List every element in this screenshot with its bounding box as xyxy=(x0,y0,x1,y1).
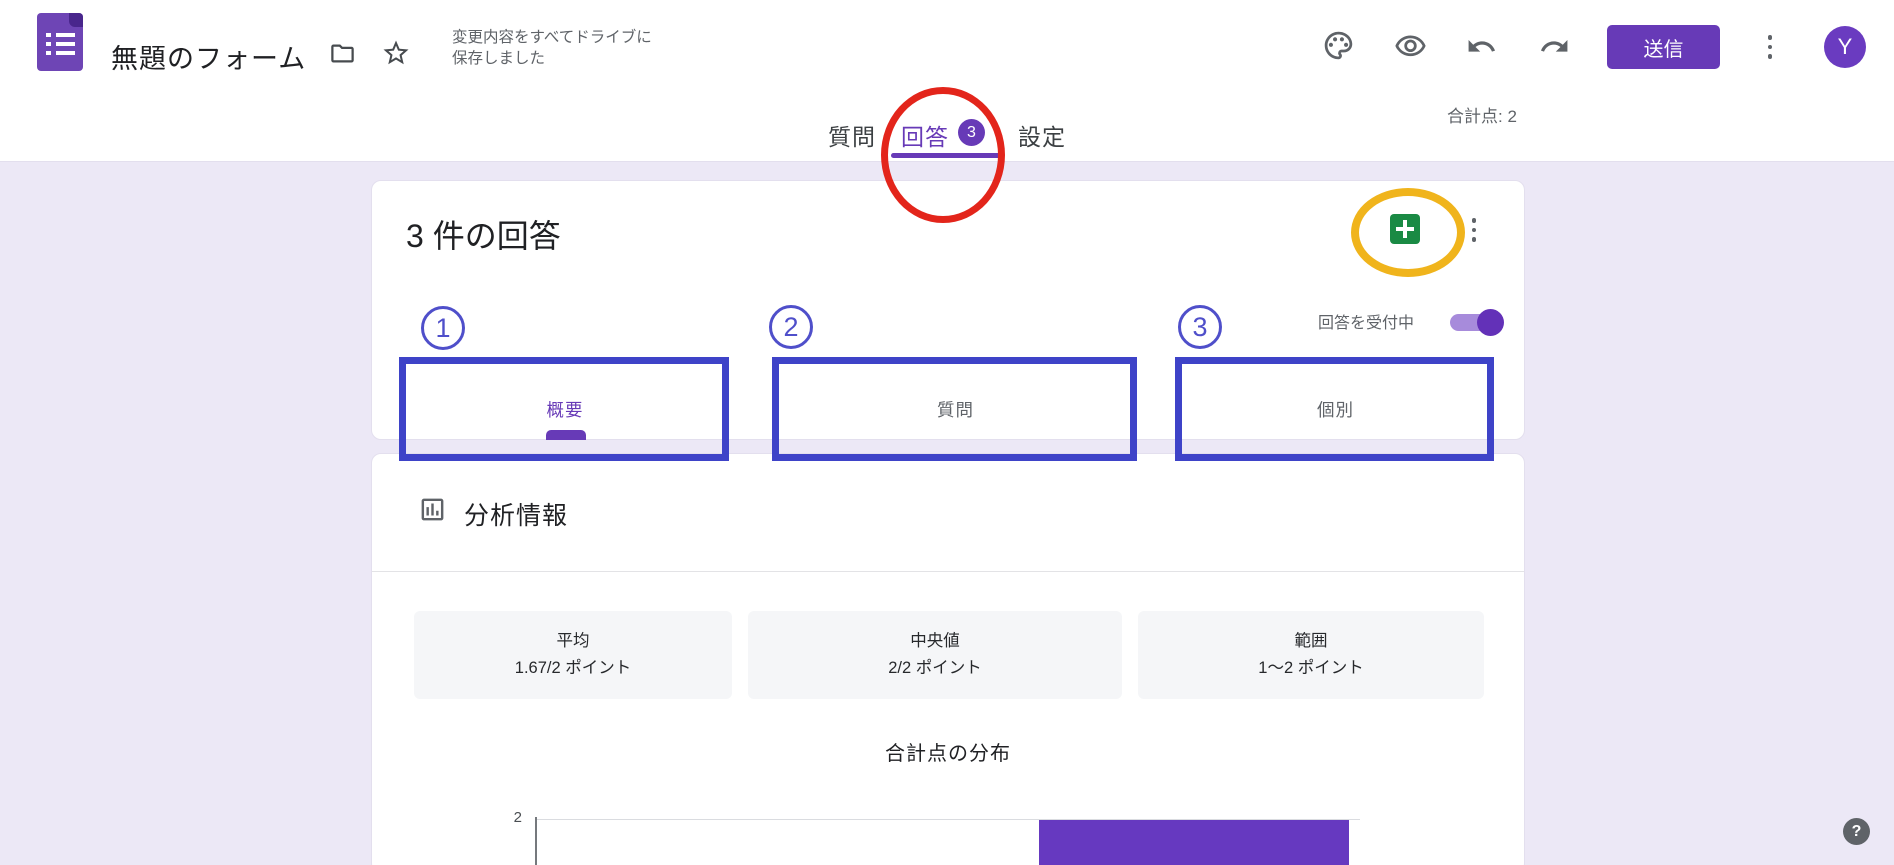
tab-settings[interactable]: 設定 xyxy=(1018,118,1066,152)
responses-count-badge: 3 xyxy=(958,119,985,146)
help-button[interactable]: ? xyxy=(1843,818,1870,845)
stat-range: 範囲 1〜2 ポイント xyxy=(1138,611,1484,699)
active-tab-underline xyxy=(891,153,1001,158)
logo-line xyxy=(46,33,75,37)
forms-logo-icon[interactable] xyxy=(37,13,83,71)
send-button[interactable]: 送信 xyxy=(1607,25,1720,69)
subtab-question[interactable]: 質問 xyxy=(773,397,1138,422)
account-avatar[interactable]: Y xyxy=(1824,26,1866,68)
insights-title: 分析情報 xyxy=(464,496,568,532)
stat-value: 2/2 ポイント xyxy=(748,655,1122,682)
stat-median: 中央値 2/2 ポイント xyxy=(748,611,1122,699)
chart-bar-score2 xyxy=(1039,820,1349,865)
subtab-individual[interactable]: 個別 xyxy=(1176,397,1495,422)
theme-palette-icon[interactable] xyxy=(1322,29,1355,62)
responses-card: 3 件の回答 回答を受付中 概要 質問 個別 xyxy=(371,180,1525,440)
stat-label: 中央値 xyxy=(748,628,1122,655)
chart-y-axis xyxy=(535,817,537,865)
responses-count-title: 3 件の回答 xyxy=(406,211,561,257)
insights-chart-icon xyxy=(418,495,447,529)
sheets-icon-glyph xyxy=(1396,227,1414,231)
tab-questions[interactable]: 質問 xyxy=(828,118,876,152)
sheets-icon[interactable] xyxy=(1390,214,1420,244)
preview-eye-icon[interactable] xyxy=(1394,30,1427,63)
save-status[interactable]: 変更内容をすべてドライブに 保存しました xyxy=(452,27,652,69)
move-folder-icon[interactable] xyxy=(329,40,356,67)
accepting-responses-label: 回答を受付中 xyxy=(1318,309,1414,333)
save-status-line1: 変更内容をすべてドライブに xyxy=(452,27,652,48)
active-subtab-indicator xyxy=(546,430,586,440)
insights-card: 分析情報 平均 1.67/2 ポイント 中央値 2/2 ポイント 範囲 1〜2 … xyxy=(371,453,1525,865)
header-kebab-menu-icon[interactable] xyxy=(1758,26,1782,68)
form-title[interactable]: 無題のフォーム xyxy=(111,37,306,76)
chart-title: 合計点の分布 xyxy=(372,737,1524,766)
app-header: 無題のフォーム 変更内容をすべてドライブに 保存しました 送信 Y 質問 回答 xyxy=(0,0,1894,162)
stat-label: 平均 xyxy=(414,628,732,655)
total-points-label: 合計点: 2 xyxy=(1447,102,1517,127)
logo-line xyxy=(46,51,75,55)
chart-ytick-2: 2 xyxy=(492,809,522,826)
stat-value: 1.67/2 ポイント xyxy=(414,655,732,682)
stat-label: 範囲 xyxy=(1138,628,1484,655)
logo-line xyxy=(46,42,75,46)
toggle-knob xyxy=(1477,309,1504,336)
stat-average: 平均 1.67/2 ポイント xyxy=(414,611,732,699)
undo-icon[interactable] xyxy=(1466,31,1497,62)
logo-fold xyxy=(69,13,83,27)
save-status-line2: 保存しました xyxy=(452,48,652,69)
google-forms-app: 無題のフォーム 変更内容をすべてドライブに 保存しました 送信 Y 質問 回答 xyxy=(0,0,1894,865)
subtab-summary[interactable]: 概要 xyxy=(400,397,730,422)
divider xyxy=(372,571,1524,572)
star-icon[interactable] xyxy=(381,38,411,68)
stat-value: 1〜2 ポイント xyxy=(1138,655,1484,682)
accepting-responses-toggle[interactable] xyxy=(1450,314,1498,331)
tab-responses[interactable]: 回答 xyxy=(901,118,949,152)
responses-kebab-menu-icon[interactable] xyxy=(1462,212,1486,248)
redo-icon[interactable] xyxy=(1539,31,1570,62)
